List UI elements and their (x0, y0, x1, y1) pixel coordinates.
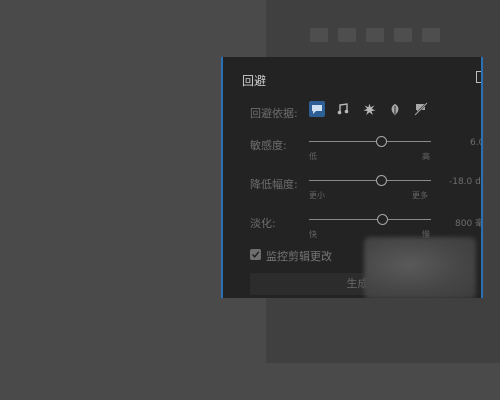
fade-min-label: 快 (309, 230, 317, 239)
reduction-min-label: 更小 (309, 191, 325, 200)
sensitivity-max-label: 高 (422, 152, 430, 161)
background-toolbar (310, 28, 440, 42)
ambience-icon[interactable] (387, 101, 403, 117)
blurred-region (364, 237, 476, 299)
slider-thumb[interactable] (376, 175, 388, 186)
sensitivity-slider[interactable] (309, 136, 431, 148)
slider-track (309, 141, 431, 142)
checkmark-icon (251, 251, 260, 258)
sfx-icon[interactable] (361, 101, 377, 117)
reduction-label: 降低幅度: (250, 178, 298, 191)
duck-against-label: 回避依据: (250, 107, 298, 120)
fade-label: 淡化: (250, 217, 276, 230)
slider-thumb[interactable] (377, 214, 389, 225)
music-icon[interactable] (335, 101, 351, 117)
reduction-max-label: 更多 (412, 191, 428, 200)
slider-track (309, 219, 431, 220)
fade-slider[interactable] (309, 214, 431, 226)
sensitivity-value[interactable]: 6.0 (470, 138, 481, 148)
sensitivity-label: 敏感度: (250, 139, 287, 152)
background-toolbar-item (422, 28, 440, 42)
slider-track (309, 180, 431, 181)
background-toolbar-item (394, 28, 412, 42)
untagged-icon[interactable] (413, 101, 429, 117)
sensitivity-min-label: 低 (309, 152, 317, 161)
duck-against-icons (309, 101, 429, 117)
monitor-clip-changes-label: 监控剪辑更改 (266, 250, 332, 263)
reduction-value[interactable]: -18.0 dB (449, 177, 481, 187)
slider-thumb[interactable] (376, 136, 388, 147)
fade-value[interactable]: 800 毫 (455, 216, 481, 229)
background-toolbar-item (366, 28, 384, 42)
monitor-clip-changes-checkbox[interactable] (250, 249, 261, 260)
background-toolbar-item (310, 28, 328, 42)
panel-title: 回避 (242, 74, 267, 88)
reduction-slider[interactable] (309, 175, 431, 187)
panel-collapse-icon[interactable] (476, 71, 481, 83)
background-toolbar-item (338, 28, 356, 42)
dialogue-icon[interactable] (309, 101, 325, 117)
